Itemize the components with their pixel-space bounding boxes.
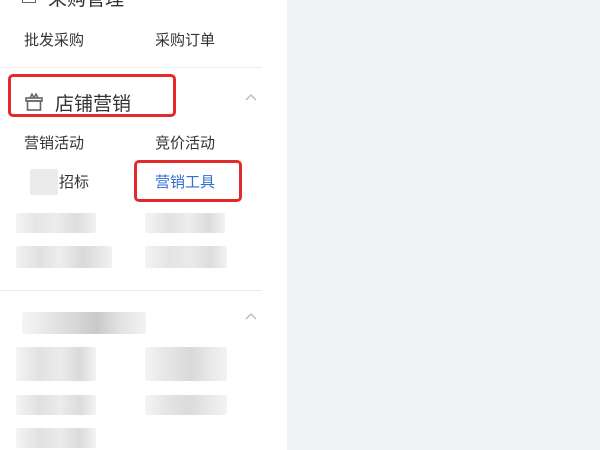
procurement-group-title: 采购管理 — [48, 0, 124, 11]
blurred-text — [30, 169, 58, 195]
sidebar-item-wholesale-purchase[interactable]: 批发采购 — [24, 31, 84, 49]
procurement-group-header[interactable]: 采购管理 — [22, 0, 124, 11]
blurred-text — [145, 395, 227, 415]
blurred-text — [16, 395, 96, 415]
sidebar-item-marketing-activities[interactable]: 营销活动 — [24, 134, 84, 152]
main-content-area — [287, 0, 600, 450]
blurred-text — [145, 347, 227, 381]
divider — [0, 290, 262, 291]
divider — [0, 67, 262, 68]
blurred-text — [16, 213, 96, 233]
blurred-text — [16, 246, 112, 268]
highlight-box-marketing-tools — [134, 160, 242, 202]
chevron-up-icon[interactable] — [245, 312, 257, 320]
sidebar: 采购管理 批发采购 采购订单 店铺营销 营销活动 竞价活动 招标 营销工具 — [0, 0, 287, 450]
blurred-section-title — [22, 312, 146, 334]
blurred-text — [16, 428, 96, 448]
blurred-text — [145, 246, 227, 268]
chevron-up-icon[interactable] — [245, 93, 257, 101]
blurred-text — [16, 347, 96, 381]
sidebar-item-tender[interactable]: 招标 — [59, 173, 89, 191]
procurement-icon — [22, 0, 36, 3]
blurred-text — [145, 213, 225, 233]
sidebar-item-purchase-orders[interactable]: 采购订单 — [155, 31, 215, 49]
sidebar-item-bidding-activities[interactable]: 竞价活动 — [155, 134, 215, 152]
highlight-box-store-marketing — [8, 74, 176, 117]
